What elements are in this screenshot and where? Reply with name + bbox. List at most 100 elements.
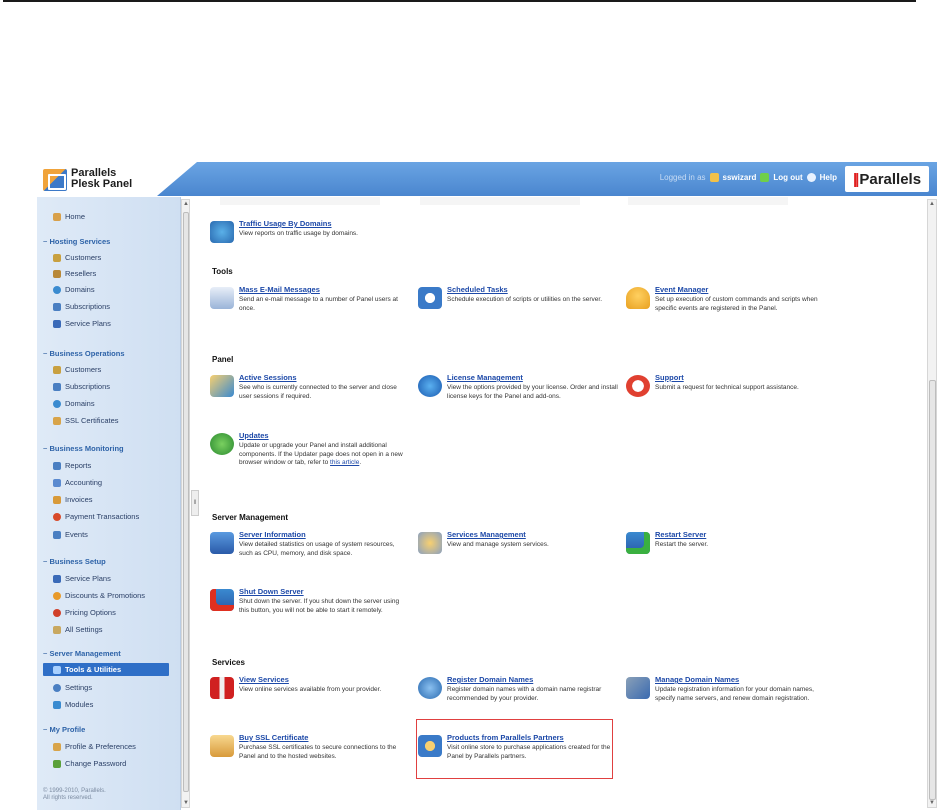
register-domain-names-link[interactable]: Register Domain Names <box>447 675 618 684</box>
sidebar-item-bo-subscriptions[interactable]: Subscriptions <box>53 382 110 391</box>
settings-icon <box>53 625 61 634</box>
sidebar-item-subscriptions[interactable]: Subscriptions <box>53 302 110 311</box>
splitter-handle[interactable]: ‖ <box>191 490 199 516</box>
sidebar-item-service-plans[interactable]: Service Plans <box>53 319 111 328</box>
mass-email-link[interactable]: Mass E-Mail Messages <box>239 285 410 294</box>
scroll-up-icon[interactable]: ▲ <box>183 201 189 207</box>
sidebar-item-discounts[interactable]: Discounts & Promotions <box>53 591 145 600</box>
sidebar-item-all-settings[interactable]: All Settings <box>53 625 103 634</box>
tool-view-services: View Services View online services availa… <box>210 675 410 699</box>
sidebar-item-home[interactable]: Home <box>53 212 85 221</box>
discount-icon <box>53 591 61 600</box>
tool-updates: Updates Update or upgrade your Panel and… <box>210 431 410 468</box>
ssl-certificate-icon <box>210 735 234 757</box>
support-link[interactable]: Support <box>655 373 799 382</box>
sidebar-item-bo-customers[interactable]: Customers <box>53 365 101 374</box>
sidebar-item-ssl-certificates[interactable]: SSL Certificates <box>53 416 119 425</box>
sidebar-item-payment-transactions[interactable]: Payment Transactions <box>53 512 139 521</box>
sidebar-item-modules[interactable]: Modules <box>53 700 93 709</box>
sidebar-scrollbar[interactable]: ▲ ▼ <box>181 199 190 808</box>
group-business-setup[interactable]: Business Setup <box>43 557 105 566</box>
mail-icon <box>210 287 234 309</box>
sessions-icon <box>210 375 234 397</box>
group-server-management[interactable]: Server Management <box>43 649 120 658</box>
header-links: Logged in as sswizard Log out Help <box>660 173 837 182</box>
sidebar-item-bo-domains[interactable]: Domains <box>53 399 95 408</box>
shut-down-server-link[interactable]: Shut Down Server <box>239 587 410 596</box>
tool-restart-server: Restart Server Restart the server. <box>626 530 826 554</box>
group-my-profile[interactable]: My Profile <box>43 725 85 734</box>
this-article-link[interactable]: this article <box>330 459 359 466</box>
sidebar-scroll-thumb[interactable] <box>183 212 189 792</box>
sidebar-item-pricing-options[interactable]: Pricing Options <box>53 608 116 617</box>
tool-register-domain-names: Register Domain Names Register domain nam… <box>418 675 618 703</box>
services-management-link[interactable]: Services Management <box>447 530 549 539</box>
domains-icon <box>53 285 61 294</box>
updates-link[interactable]: Updates <box>239 431 410 440</box>
sidebar: Home Hosting Services Customers Reseller… <box>37 197 181 810</box>
buy-ssl-link[interactable]: Buy SSL Certificate <box>239 733 410 742</box>
event-manager-link[interactable]: Event Manager <box>655 285 826 294</box>
active-sessions-link[interactable]: Active Sessions <box>239 373 410 382</box>
bell-icon <box>626 287 650 309</box>
tool-event-manager: Event Manager Set up execution of custom … <box>626 285 826 313</box>
sidebar-item-domains[interactable]: Domains <box>53 285 95 294</box>
domain-register-icon <box>418 677 442 699</box>
subscriptions-icon <box>53 382 61 391</box>
parallels-bars-icon: || <box>852 170 860 188</box>
restart-server-link[interactable]: Restart Server <box>655 530 708 539</box>
traffic-usage-link[interactable]: Traffic Usage By Domains <box>239 219 358 228</box>
sidebar-item-reports[interactable]: Reports <box>53 461 91 470</box>
domain-tools-icon <box>626 677 650 699</box>
accounting-icon <box>53 478 61 487</box>
sidebar-item-customers[interactable]: Customers <box>53 253 101 262</box>
sidebar-item-accounting[interactable]: Accounting <box>53 478 102 487</box>
password-icon <box>53 759 61 768</box>
group-business-monitoring[interactable]: Business Monitoring <box>43 444 123 453</box>
group-business-operations[interactable]: Business Operations <box>43 349 124 358</box>
gift-icon <box>210 677 234 699</box>
invoices-icon <box>53 495 61 504</box>
sidebar-item-invoices[interactable]: Invoices <box>53 495 93 504</box>
sidebar-item-events[interactable]: Events <box>53 530 88 539</box>
manage-domain-names-link[interactable]: Manage Domain Names <box>655 675 826 684</box>
tool-traffic-usage: Traffic Usage By Domains View reports on … <box>210 219 410 243</box>
group-hosting-services[interactable]: Hosting Services <box>43 237 110 246</box>
tool-active-sessions: Active Sessions See who is currently conn… <box>210 373 410 401</box>
server-info-icon <box>210 532 234 554</box>
sidebar-item-profile[interactable]: Profile & Preferences <box>53 742 136 751</box>
main-scrollbar[interactable]: ▲ ▼ <box>927 199 937 808</box>
sidebar-item-change-password[interactable]: Change Password <box>53 759 126 768</box>
sidebar-item-settings[interactable]: Settings <box>53 683 92 692</box>
tool-mass-email: Mass E-Mail Messages Send an e-mail messa… <box>210 285 410 313</box>
scroll-down-icon[interactable]: ▼ <box>183 800 189 806</box>
sidebar-item-resellers[interactable]: Resellers <box>53 269 96 278</box>
modules-icon <box>53 700 61 709</box>
main-scroll-thumb[interactable] <box>929 380 936 800</box>
logout-link[interactable]: Log out <box>773 173 802 182</box>
username-link[interactable]: sswizard <box>723 173 757 182</box>
user-icon <box>709 173 719 182</box>
service-plans-icon <box>53 319 61 328</box>
scroll-down-icon[interactable]: ▼ <box>929 800 935 806</box>
view-services-link[interactable]: View Services <box>239 675 381 684</box>
scheduled-tasks-link[interactable]: Scheduled Tasks <box>447 285 602 294</box>
main-content: Traffic Usage By Domains View reports on … <box>200 197 926 810</box>
tool-license-management: License Management View the options provi… <box>418 373 618 401</box>
help-link[interactable]: Help <box>820 173 837 182</box>
scroll-up-icon[interactable]: ▲ <box>929 201 935 207</box>
events-icon <box>53 530 61 539</box>
license-management-link[interactable]: License Management <box>447 373 618 382</box>
certificate-icon <box>53 416 61 425</box>
tool-shut-down-server: Shut Down Server Shut down the server. If… <box>210 587 410 615</box>
server-information-link[interactable]: Server Information <box>239 530 410 539</box>
customers-icon <box>53 365 61 374</box>
section-tools: Tools <box>212 267 233 276</box>
clock-icon <box>418 287 442 309</box>
parallels-brand: || Parallels <box>845 166 929 192</box>
copyright: © 1999-2010, Parallels. All rights reser… <box>43 788 106 801</box>
sidebar-item-tools-utilities[interactable]: Tools & Utilities <box>43 663 169 676</box>
help-icon <box>806 173 816 182</box>
sidebar-item-setup-service-plans[interactable]: Service Plans <box>53 574 111 583</box>
clipped-row <box>220 197 380 205</box>
